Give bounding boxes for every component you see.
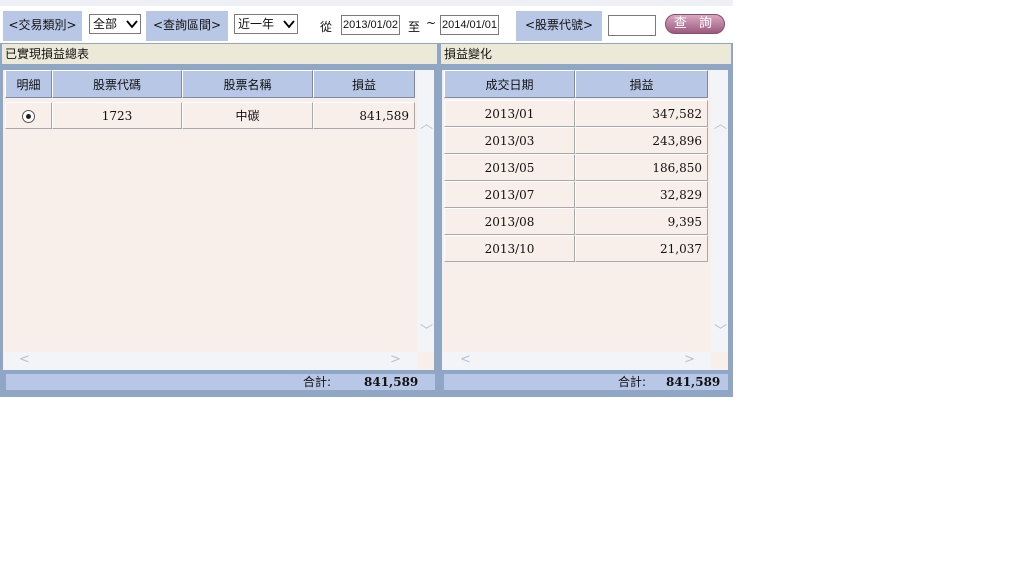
table-row[interactable]: 1723 中碳 841,589 — [5, 102, 415, 129]
trade-date-cell: 2013/08 — [444, 208, 575, 235]
column-header-stock-code[interactable]: 股票代碼 — [52, 70, 182, 98]
trade-date-cell: 2013/03 — [444, 127, 575, 154]
trade-date-cell: 2013/10 — [444, 235, 575, 262]
table-row[interactable]: 2013/10 21,037 — [444, 235, 708, 262]
period-select[interactable]: 近一年 — [234, 14, 298, 34]
table-row[interactable]: 2013/03 243,896 — [444, 127, 708, 154]
detail-radio-button[interactable] — [22, 109, 35, 123]
query-toolbar: <交易類別> 全部 <查詢區間> 近一年 從 2013/01/02 至 ~ 20… — [0, 0, 733, 43]
chevron-left-icon[interactable]: < — [460, 352, 471, 367]
trade-type-value: 全部 — [93, 17, 118, 31]
trade-type-label: <交易類別> — [3, 11, 82, 41]
realized-pl-summary-panel: 已實現損益總表 明細 股票代碼 股票名稱 損益 1723 中碳 841,589 … — [0, 43, 439, 397]
period-label: <查詢區間> — [146, 11, 228, 41]
tilde-separator: ~ — [426, 16, 437, 30]
summary-table: 明細 股票代碼 股票名稱 損益 1723 中碳 841,589 — [5, 70, 415, 129]
column-header-trade-date[interactable]: 成交日期 — [444, 70, 575, 98]
summary-total-bar: 合計: 841,589 — [6, 374, 435, 390]
pl-cell: 186,850 — [575, 154, 708, 181]
changes-total-bar: 合計: 841,589 — [444, 374, 728, 390]
trade-date-cell: 2013/07 — [444, 181, 575, 208]
changes-total-label: 合計: — [618, 375, 647, 389]
pl-cell: 243,896 — [575, 127, 708, 154]
changes-total-value: 841,589 — [666, 375, 721, 389]
stock-code-input[interactable] — [608, 15, 656, 36]
pl-cell: 347,582 — [575, 100, 708, 127]
table-row[interactable]: 2013/07 32,829 — [444, 181, 708, 208]
detail-cell[interactable] — [5, 102, 52, 129]
trade-date-cell: 2013/01 — [444, 100, 575, 127]
summary-horizontal-scrollbar[interactable]: < > — [3, 352, 417, 370]
chevron-up-icon[interactable]: ︿ — [420, 113, 433, 132]
to-label: 至 — [408, 20, 421, 34]
summary-total-value: 841,589 — [364, 375, 419, 389]
pl-changes-panel: 損益變化 成交日期 損益 2013/01 347,582 2013/03 243… — [439, 43, 733, 397]
chevron-up-icon[interactable]: ︿ — [714, 113, 727, 132]
stock-code-cell: 1723 — [52, 102, 182, 129]
chevron-right-icon[interactable]: > — [390, 352, 401, 367]
stock-code-label: <股票代號> — [516, 11, 602, 41]
pl-cell: 841,589 — [313, 102, 415, 129]
chevron-down-icon — [283, 20, 295, 29]
from-label: 從 — [320, 20, 333, 34]
changes-panel-title: 損益變化 — [441, 44, 731, 64]
table-row[interactable]: 2013/05 186,850 — [444, 154, 708, 181]
toolbar-top-strip — [0, 0, 733, 6]
changes-grid: 成交日期 損益 2013/01 347,582 2013/03 243,896 … — [442, 70, 728, 370]
trade-date-cell: 2013/05 — [444, 154, 575, 181]
trade-type-select[interactable]: 全部 — [89, 14, 141, 34]
chevron-down-icon — [126, 20, 138, 29]
column-header-stock-name[interactable]: 股票名稱 — [182, 70, 313, 98]
column-header-pl[interactable]: 損益 — [313, 70, 415, 98]
table-row[interactable]: 2013/01 347,582 — [444, 100, 708, 127]
chevron-left-icon[interactable]: < — [19, 352, 30, 367]
pl-cell: 9,395 — [575, 208, 708, 235]
changes-horizontal-scrollbar[interactable]: < > — [442, 352, 711, 370]
summary-header-row: 明細 股票代碼 股票名稱 損益 — [5, 70, 415, 98]
query-button[interactable]: 查 詢 — [665, 14, 725, 34]
chevron-down-icon[interactable]: ﹀ — [714, 320, 727, 339]
changes-table: 成交日期 損益 2013/01 347,582 2013/03 243,896 … — [444, 70, 708, 262]
column-header-pl[interactable]: 損益 — [575, 70, 708, 98]
stock-name-cell: 中碳 — [182, 102, 313, 129]
summary-vertical-scrollbar[interactable]: ︿ ﹀ — [417, 70, 434, 352]
summary-grid: 明細 股票代碼 股票名稱 損益 1723 中碳 841,589 ︿ ﹀ < > — [3, 70, 434, 370]
chevron-down-icon[interactable]: ﹀ — [420, 320, 433, 339]
changes-vertical-scrollbar[interactable]: ︿ ﹀ — [711, 70, 728, 352]
pl-cell: 21,037 — [575, 235, 708, 262]
summary-panel-title: 已實現損益總表 — [2, 44, 437, 64]
to-date-field[interactable]: 2014/01/01 — [440, 15, 499, 35]
table-row[interactable]: 2013/08 9,395 — [444, 208, 708, 235]
pl-cell: 32,829 — [575, 181, 708, 208]
column-header-detail[interactable]: 明細 — [5, 70, 52, 98]
changes-header-row: 成交日期 損益 — [444, 70, 708, 98]
period-value: 近一年 — [238, 17, 275, 31]
summary-total-label: 合計: — [303, 375, 332, 389]
chevron-right-icon[interactable]: > — [684, 352, 695, 367]
from-date-field[interactable]: 2013/01/02 — [341, 15, 400, 35]
